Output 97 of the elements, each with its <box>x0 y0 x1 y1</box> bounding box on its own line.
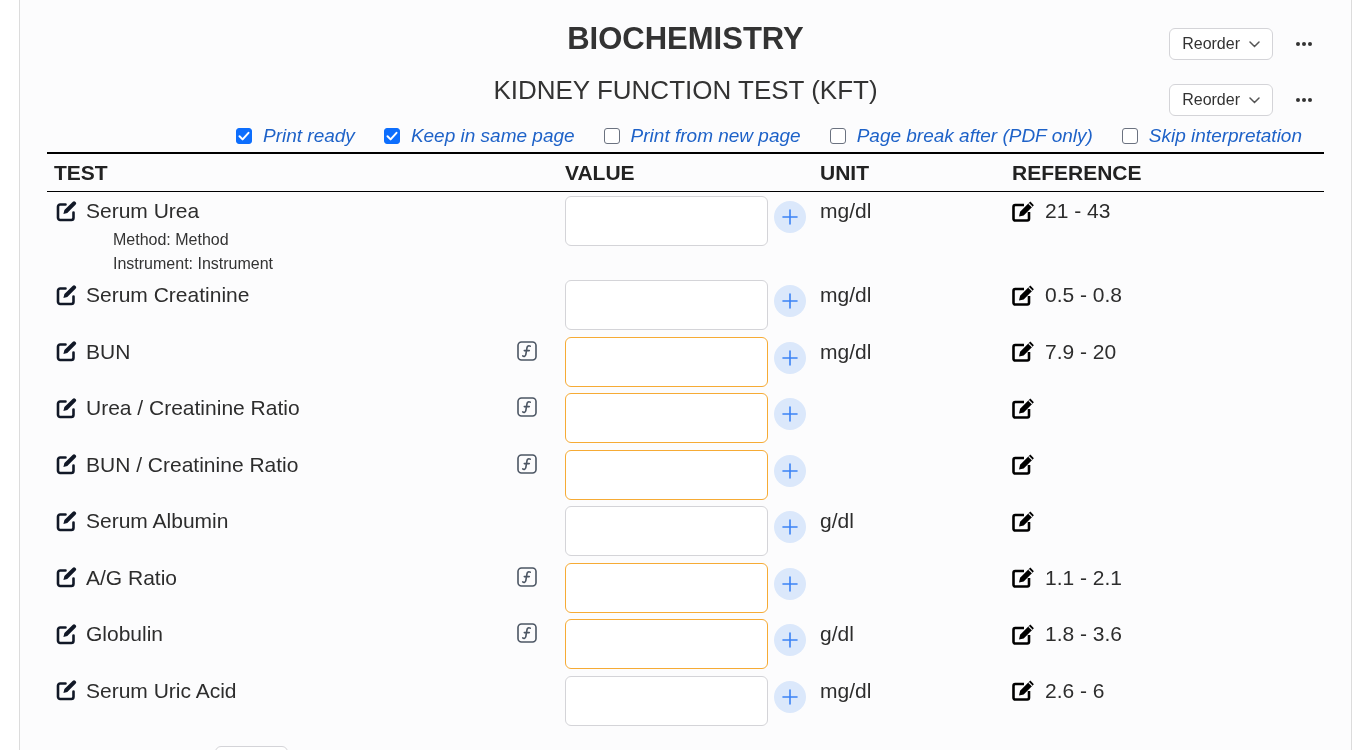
edit-icon[interactable] <box>56 623 77 645</box>
add-button[interactable] <box>774 201 806 233</box>
plus-icon <box>782 632 798 648</box>
group-title: KIDNEY FUNCTION TEST (KFT) <box>493 74 878 107</box>
checkbox[interactable] <box>829 128 846 144</box>
plus-icon <box>782 349 798 366</box>
add-button[interactable] <box>774 680 806 713</box>
edit-icon[interactable] <box>1012 680 1035 701</box>
chevron-down-icon <box>1249 40 1260 48</box>
edit-icon[interactable] <box>1012 284 1035 306</box>
edit-icon[interactable] <box>1012 454 1035 475</box>
function-icon <box>517 340 537 361</box>
reference-range: 2.6 - 6 <box>1045 678 1105 703</box>
plus-icon <box>782 406 798 422</box>
test-name: Urea / Creatinine Ratio <box>86 396 300 420</box>
plus-icon <box>782 209 798 225</box>
unit-text: mg/dl <box>820 199 872 222</box>
unit-text: g/dl <box>820 622 854 645</box>
option-label[interactable]: Print from new page <box>630 121 801 151</box>
value-input[interactable] <box>565 619 768 669</box>
checkbox[interactable] <box>1121 128 1138 144</box>
edit-icon[interactable] <box>56 200 77 222</box>
edit-icon[interactable] <box>56 454 77 475</box>
unit-text: mg/dl <box>820 283 872 306</box>
value-input[interactable] <box>565 675 768 726</box>
test-name: Serum Urea <box>86 199 200 223</box>
value-input[interactable] <box>565 336 768 387</box>
edit-icon[interactable] <box>56 284 77 306</box>
add-button[interactable] <box>774 454 806 487</box>
option-label[interactable]: Print ready <box>263 121 355 151</box>
column-header: REFERENCE <box>1012 160 1142 184</box>
test-name: Serum Creatinine <box>86 283 250 307</box>
option-label[interactable]: Page break after (PDF only) <box>856 121 1093 151</box>
option-label[interactable]: Skip interpretation <box>1148 121 1302 151</box>
function-icon <box>517 397 537 417</box>
unit-text: mg/dl <box>820 678 872 702</box>
plus-icon <box>782 688 798 705</box>
checkmark-icon <box>385 130 398 142</box>
more-icon[interactable] <box>1296 98 1312 102</box>
edit-icon[interactable] <box>56 510 77 532</box>
edit-icon[interactable] <box>1012 397 1035 419</box>
test-name: Serum Albumin <box>86 509 229 533</box>
reorder-button[interactable]: Reorder <box>1169 84 1273 116</box>
add-button[interactable] <box>774 624 806 656</box>
more-icon[interactable] <box>1296 42 1312 46</box>
checkbox[interactable] <box>236 128 252 144</box>
value-input[interactable] <box>565 393 768 443</box>
test-name: A/G Ratio <box>86 565 178 590</box>
edit-icon[interactable] <box>56 341 77 362</box>
checkbox[interactable] <box>603 128 620 144</box>
chevron-down-icon <box>1249 96 1260 104</box>
unit-text: mg/dl <box>820 339 872 363</box>
edit-icon[interactable] <box>1012 623 1035 645</box>
function-icon <box>517 623 537 643</box>
plus-icon <box>782 519 798 535</box>
add-button[interactable] <box>774 398 806 430</box>
checkmark-icon <box>238 130 250 142</box>
plus-icon <box>782 462 798 479</box>
reference-range: 1.8 - 3.6 <box>1045 622 1123 646</box>
test-name: Serum Uric Acid <box>86 678 237 703</box>
unit-text: g/dl <box>820 509 854 532</box>
option-label[interactable]: Keep in same page <box>410 121 575 151</box>
value-input[interactable] <box>565 449 768 500</box>
value-input[interactable] <box>565 562 768 613</box>
reorder-button[interactable]: Reorder <box>1169 28 1273 60</box>
test-name: BUN <box>86 339 131 364</box>
value-input[interactable] <box>565 506 768 556</box>
column-header: TEST <box>54 160 108 184</box>
column-header: UNIT <box>820 160 869 184</box>
add-button[interactable] <box>774 511 806 543</box>
section-title: BIOCHEMISTRY <box>567 20 804 58</box>
reference-range: 7.9 - 20 <box>1045 339 1117 364</box>
edit-icon[interactable] <box>1012 200 1035 222</box>
edit-icon[interactable] <box>1012 341 1035 362</box>
edit-icon[interactable] <box>56 567 77 588</box>
plus-icon <box>782 293 798 309</box>
reference-range: 21 - 43 <box>1045 199 1111 223</box>
plus-icon <box>782 575 798 592</box>
reference-range: 0.5 - 0.8 <box>1045 283 1123 307</box>
edit-icon[interactable] <box>1012 510 1035 532</box>
function-icon <box>517 566 537 587</box>
checkbox[interactable] <box>383 128 400 144</box>
test-detail: Instrument: Instrument <box>113 254 275 274</box>
edit-icon[interactable] <box>1012 567 1035 588</box>
value-input[interactable] <box>565 196 768 246</box>
function-icon <box>517 453 537 474</box>
value-input[interactable] <box>565 280 768 330</box>
reference-range: 1.1 - 2.1 <box>1045 565 1123 590</box>
add-button[interactable] <box>774 341 806 374</box>
edit-icon[interactable] <box>56 397 77 419</box>
add-button[interactable] <box>774 567 806 600</box>
test-name: Globulin <box>86 622 164 646</box>
column-header: VALUE <box>565 160 635 184</box>
add-button[interactable] <box>774 285 806 317</box>
test-detail: Method: Method <box>113 230 230 250</box>
test-name: BUN / Creatinine Ratio <box>86 452 299 477</box>
edit-icon[interactable] <box>56 680 77 701</box>
